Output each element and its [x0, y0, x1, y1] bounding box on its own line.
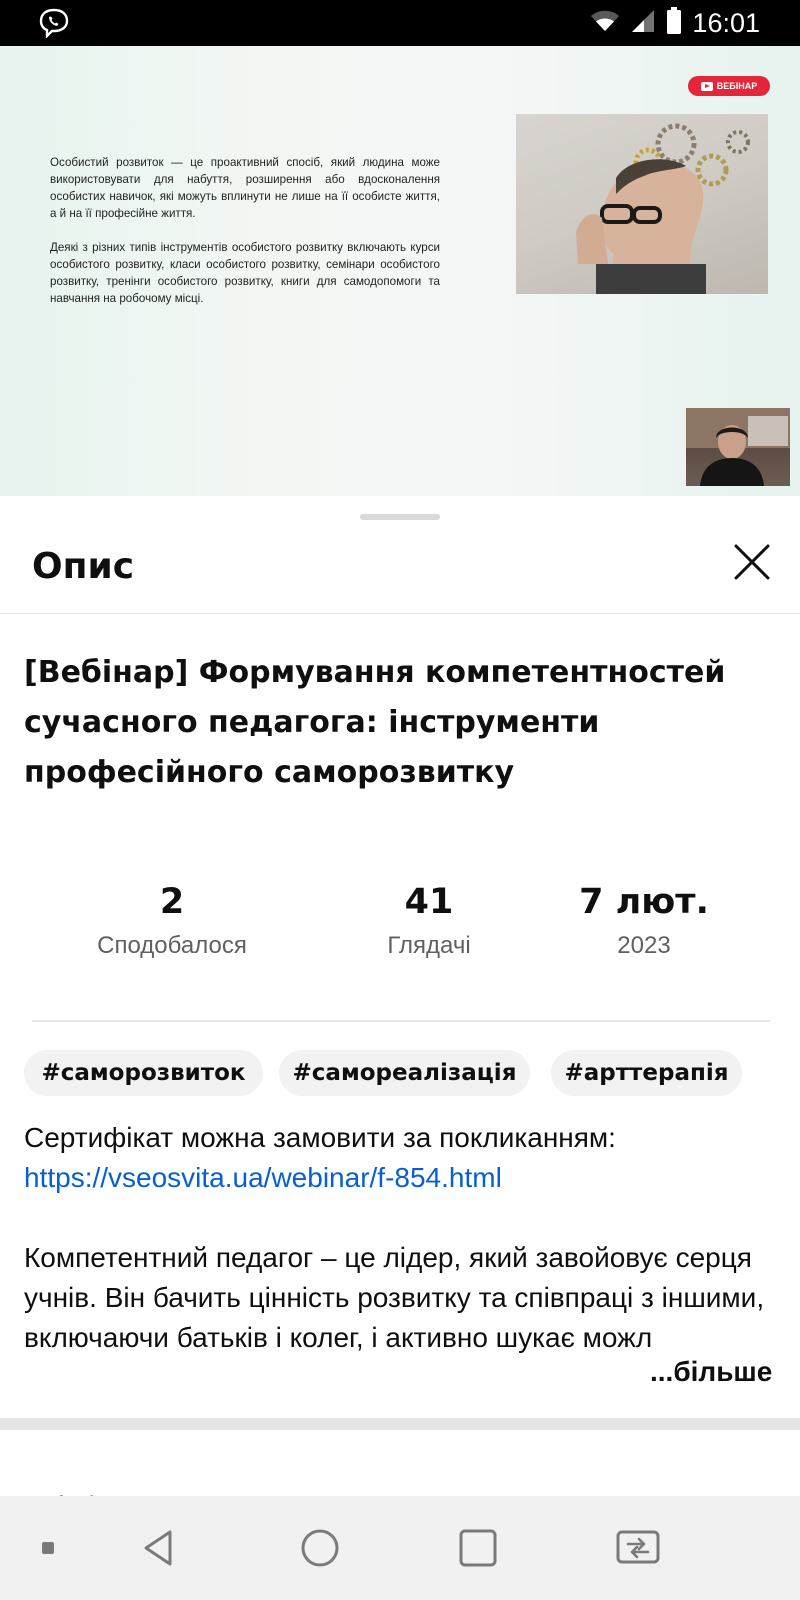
- slide-photo: [516, 114, 768, 294]
- stat-label: 2023: [617, 932, 671, 959]
- close-button[interactable]: [730, 540, 774, 584]
- stat-likes: 2 Сподобалося: [52, 880, 292, 960]
- slide-text: Особистий розвиток — це проактивний спос…: [50, 154, 440, 324]
- stat-value: 41: [404, 882, 454, 922]
- play-icon: [700, 81, 713, 91]
- webcam-overlay: [686, 408, 790, 486]
- stat-label: Глядачі: [387, 932, 471, 959]
- recents-icon[interactable]: [456, 1526, 500, 1570]
- battery-icon: [666, 7, 682, 39]
- show-more-button[interactable]: ...більше: [620, 1352, 773, 1392]
- divider: [0, 613, 800, 614]
- dot-icon[interactable]: [26, 1526, 70, 1570]
- webinar-badge: ВЕБІНАР: [688, 76, 770, 96]
- system-navigation-bar: [0, 1496, 800, 1600]
- drag-handle[interactable]: [360, 514, 440, 520]
- stat-label: Сподобалося: [97, 932, 247, 959]
- divider: [32, 1020, 770, 1022]
- video-player[interactable]: ВЕБІНАР Особистий розвиток — це проактив…: [0, 46, 800, 496]
- wifi-icon: [590, 9, 620, 37]
- certificate-link[interactable]: https://vseosvita.ua/webinar/f-854.html: [24, 1162, 502, 1193]
- signal-icon: [630, 8, 656, 38]
- stat-value: 7 лют.: [579, 882, 709, 922]
- webinar-badge-label: ВЕБІНАР: [716, 81, 758, 91]
- back-icon[interactable]: [138, 1526, 182, 1570]
- description-sheet: Опис [Вебінар] Формування компетентносте…: [0, 496, 800, 1505]
- hashtag-chip[interactable]: #саморозвиток: [24, 1050, 263, 1096]
- status-time: 16:01: [692, 7, 760, 38]
- video-stats: 2 Сподобалося 41 Глядачі 7 лют. 2023: [0, 880, 800, 976]
- status-icons: 16:01: [590, 6, 760, 40]
- viber-icon: [38, 8, 70, 39]
- home-icon[interactable]: [298, 1526, 342, 1570]
- stat-value: 2: [159, 882, 185, 922]
- screen-share-icon[interactable]: [614, 1526, 660, 1570]
- slide-paragraph: Особистий розвиток — це проактивний спос…: [50, 156, 440, 220]
- sheet-title: Опис: [32, 546, 135, 587]
- close-icon: [734, 544, 770, 580]
- hashtag-chip[interactable]: #самореалізація: [279, 1050, 530, 1096]
- hashtag-chip[interactable]: #арттерапія: [551, 1050, 742, 1096]
- status-bar: 16:01: [0, 0, 800, 46]
- stat-viewers: 41 Глядачі: [309, 880, 549, 960]
- description-line: Сертифікат можна замовити за покликанням…: [24, 1122, 616, 1153]
- slide-paragraph: Деякі з різних типів інструментів особис…: [50, 241, 440, 305]
- video-title: [Вебінар] Формування компетентностей суч…: [24, 655, 726, 790]
- section-separator: [0, 1418, 800, 1430]
- stat-date: 7 лют. 2023: [524, 880, 764, 960]
